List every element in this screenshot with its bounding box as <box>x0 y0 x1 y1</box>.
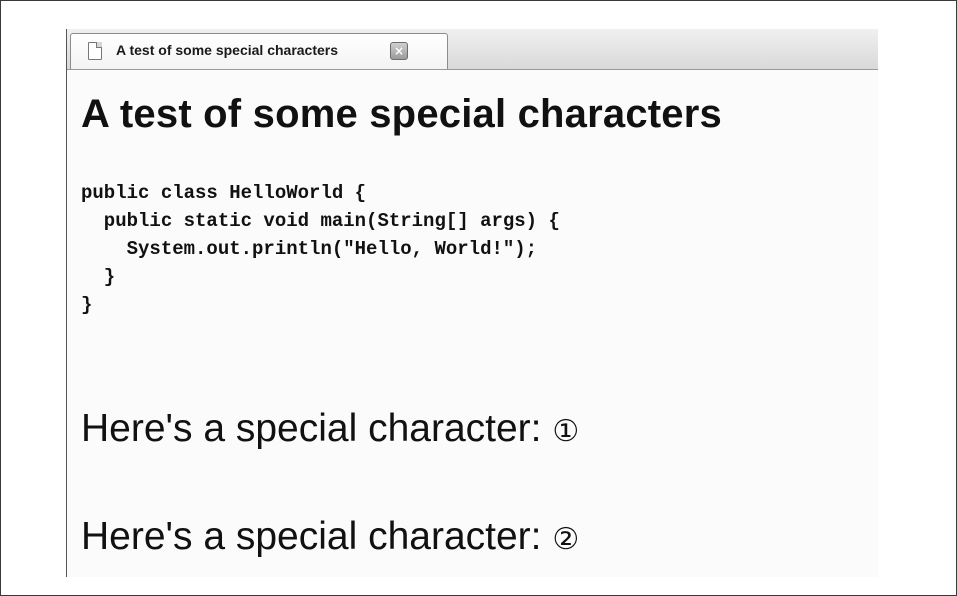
code-line: public class HelloWorld { <box>81 182 367 204</box>
special-character-glyph: ② <box>552 522 580 557</box>
code-line: } <box>81 266 116 288</box>
page-heading: A test of some special characters <box>81 92 722 136</box>
special-character-line: Here's a special character: ① <box>81 407 579 451</box>
code-block: public class HelloWorld { public static … <box>81 179 560 319</box>
special-character-glyph: ① <box>552 414 580 449</box>
close-icon[interactable]: × <box>390 42 408 60</box>
browser-window: A test of some special characters × A te… <box>66 29 878 577</box>
tab-special-characters[interactable]: A test of some special characters × <box>70 33 448 69</box>
tab-bar: A test of some special characters × <box>67 29 878 70</box>
tab-title: A test of some special characters <box>116 42 339 58</box>
code-line: public static void main(String[] args) { <box>81 210 560 232</box>
special-character-line: Here's a special character: ② <box>81 515 579 559</box>
page-content: A test of some special characters public… <box>67 70 878 577</box>
special-line-text: Here's a special character: <box>81 407 553 450</box>
code-line: System.out.println("Hello, World!"); <box>81 238 538 260</box>
special-line-text: Here's a special character: <box>81 515 553 558</box>
code-line: } <box>81 294 93 316</box>
page-icon <box>88 42 102 60</box>
screenshot-frame: A test of some special characters × A te… <box>0 0 957 596</box>
